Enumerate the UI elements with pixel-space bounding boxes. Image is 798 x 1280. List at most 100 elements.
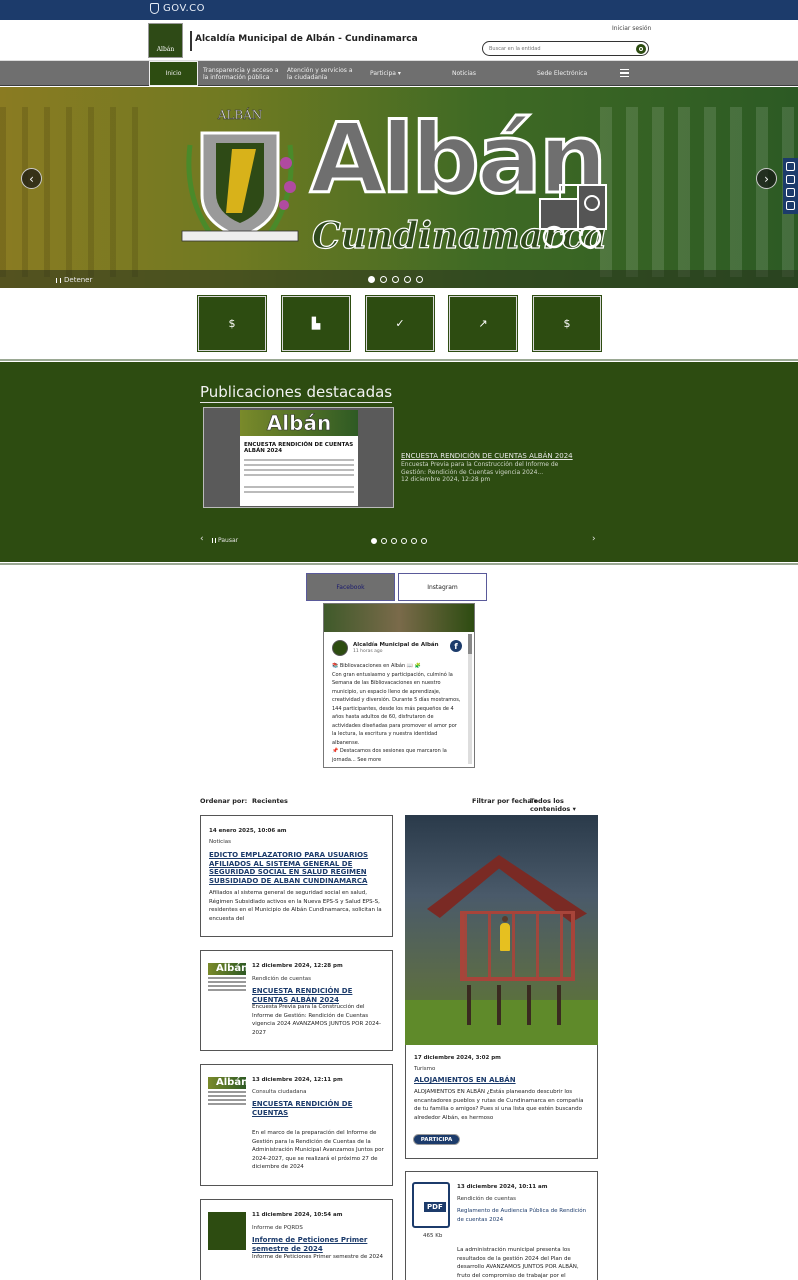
tile-3[interactable]: ✓	[366, 296, 434, 351]
news-card[interactable]: Albán 12 diciembre 2024, 12:28 pm Rendic…	[200, 950, 393, 1051]
filter-date-select[interactable]: Filtrar por fecha ▾	[472, 797, 537, 805]
site-logo[interactable]: Albán	[148, 23, 183, 58]
card-date: 14 enero 2025, 10:06 am	[209, 828, 287, 834]
chevron-right-icon: ›	[592, 534, 596, 544]
font-smaller-icon[interactable]	[786, 175, 795, 184]
facebook-post-time: 11 horas ago	[353, 649, 383, 654]
publication-thumbnail[interactable]: Albán ENCUESTA RENDICIÓN DE CUENTAS ALBÁ…	[203, 407, 394, 508]
tourism-photo[interactable]	[405, 815, 598, 1045]
hero-dot-5[interactable]	[416, 276, 423, 283]
pub-dot-6[interactable]	[421, 538, 427, 544]
search-button[interactable]	[636, 44, 646, 54]
card-title[interactable]: ALOJAMIENTOS EN ALBÁN	[414, 1076, 590, 1085]
pub-dot-4[interactable]	[401, 538, 407, 544]
font-larger-icon[interactable]	[786, 188, 795, 197]
text-line	[208, 1095, 246, 1097]
participa-button[interactable]: PARTICIPA	[413, 1134, 460, 1145]
publications-next-button[interactable]: ›	[592, 534, 596, 544]
avatar[interactable]	[332, 640, 348, 656]
news-card[interactable]: 17 diciembre 2024, 3:02 pm Turismo ALOJA…	[405, 1045, 598, 1159]
pub-dot-5[interactable]	[411, 538, 417, 544]
hero-next-button[interactable]: ›	[756, 168, 777, 189]
nav-item-atencion[interactable]: Atención y servicios a la ciudadanía	[287, 61, 359, 86]
card-title[interactable]: ENCUESTA RENDICIÓN DE CUENTAS ALBÁN 2024	[252, 987, 387, 1004]
card-body: Encuesta Previa para la Construcción del…	[252, 1004, 381, 1036]
card-date: 11 diciembre 2024, 10:54 am	[252, 1212, 343, 1218]
news-card[interactable]: Albán 13 diciembre 2024, 12:11 pm Consul…	[200, 1064, 393, 1186]
hero-dot-3[interactable]	[392, 276, 399, 283]
hero-prev-button[interactable]: ‹	[21, 168, 42, 189]
filter-date-label: Filtrar por fecha	[472, 797, 532, 805]
cabin-deck	[460, 911, 575, 981]
card-title[interactable]: Informe de Peticiones Primer semestre de…	[252, 1236, 387, 1253]
publication-title[interactable]: ENCUESTA RENDICIÓN DE CUENTAS ALBÁN 2024	[401, 452, 573, 460]
card-title[interactable]: ENCUESTA RENDICIÓN DE CUENTAS	[252, 1100, 372, 1117]
card-title[interactable]: EDICTO EMPLAZATORIO PARA USUARIOS AFILIA…	[209, 851, 385, 885]
hero-slider: ALBÁN Albán Cundinamarca Detener ‹ ›	[0, 87, 798, 288]
filter-type-select[interactable]: Todos los contenidos ▾	[530, 797, 600, 813]
text-line	[244, 486, 354, 488]
news-card[interactable]: 14 enero 2025, 10:06 am Noticias EDICTO …	[200, 815, 393, 937]
check-icon: ✓	[395, 317, 405, 330]
reset-icon[interactable]	[786, 201, 795, 210]
hamburger-menu-icon[interactable]	[620, 69, 629, 77]
contrast-icon[interactable]	[786, 162, 795, 171]
card-thumbnail: Albán	[208, 1077, 248, 1117]
tile-1[interactable]: $	[198, 296, 266, 351]
text-line	[244, 459, 354, 461]
hero-dot-4[interactable]	[404, 276, 411, 283]
publication-description: Encuesta Previa para la Construcción del…	[401, 461, 559, 476]
search-input[interactable]	[483, 42, 623, 56]
login-link[interactable]: Iniciar sesión	[612, 25, 651, 32]
hero-stop-button[interactable]: Detener	[56, 276, 92, 284]
search-box	[482, 41, 649, 56]
pub-dot-2[interactable]	[381, 538, 387, 544]
scrollbar[interactable]	[468, 634, 472, 764]
filter-type-label: Todos los contenidos	[530, 797, 571, 813]
text-line	[208, 1103, 246, 1105]
news-card[interactable]: 11 diciembre 2024, 10:54 am Informe de P…	[200, 1199, 393, 1280]
nav-item-inicio[interactable]: Inicio	[149, 61, 198, 86]
scrollbar-thumb[interactable]	[468, 634, 472, 654]
section-divider	[0, 359, 798, 361]
publications-heading: Publicaciones destacadas	[200, 383, 393, 403]
coat-of-arms-icon: ALBÁN	[181, 107, 299, 242]
tile-4[interactable]: ↗	[449, 296, 517, 351]
hero-dot-1[interactable]	[368, 276, 375, 283]
chart-up-icon: ↗	[478, 317, 488, 330]
chevron-down-icon: ▾	[570, 805, 576, 813]
facebook-page-name[interactable]: Alcaldía Municipal de Albán	[353, 642, 439, 648]
nav-item-noticias[interactable]: Noticias	[452, 61, 492, 86]
text-line	[208, 1091, 246, 1093]
pdf-file-icon[interactable]: PDF	[412, 1182, 450, 1228]
nav-item-sede[interactable]: Sede Electrónica	[537, 61, 597, 86]
tab-facebook[interactable]: Facebook	[306, 573, 395, 601]
gov-link[interactable]: GOV.CO	[150, 3, 205, 14]
publications-pause-button[interactable]: Pausar	[212, 537, 238, 544]
nav-item-transparencia[interactable]: Transparencia y acceso a la información …	[203, 61, 281, 86]
publications-prev-button[interactable]: ‹	[200, 534, 204, 544]
tile-2[interactable]: ▙	[282, 296, 350, 351]
tab-instagram[interactable]: Instagram	[398, 573, 487, 601]
chevron-right-icon: ›	[764, 171, 769, 186]
card-body: La administración municipal presenta los…	[457, 1247, 579, 1279]
pause-icon	[56, 277, 61, 283]
thumbnail-banner: Albán	[208, 1077, 248, 1089]
text-line	[208, 985, 246, 987]
chevron-left-icon: ‹	[200, 534, 204, 544]
nav-item-participa-label: Participa	[370, 70, 396, 77]
hero-dot-2[interactable]	[380, 276, 387, 283]
person-figure	[500, 916, 510, 951]
facebook-icon[interactable]: f	[450, 640, 462, 652]
pub-dot-1[interactable]	[371, 538, 377, 544]
text-line	[244, 469, 354, 471]
pub-dot-3[interactable]	[391, 538, 397, 544]
tile-5[interactable]: $	[533, 296, 601, 351]
site-title[interactable]: Alcaldía Municipal de Albán - Cundinamar…	[195, 34, 418, 44]
text-line	[208, 977, 246, 979]
sort-select[interactable]: Recientes	[252, 797, 288, 805]
card-body: Afiliados al sistema general de segurida…	[209, 890, 382, 922]
card-title[interactable]: Reglamento de Audiencia Pública de Rendi…	[457, 1207, 592, 1224]
card-thumbnail: Albán	[208, 963, 248, 1003]
nav-item-participa[interactable]: Participa ▾	[370, 61, 410, 86]
